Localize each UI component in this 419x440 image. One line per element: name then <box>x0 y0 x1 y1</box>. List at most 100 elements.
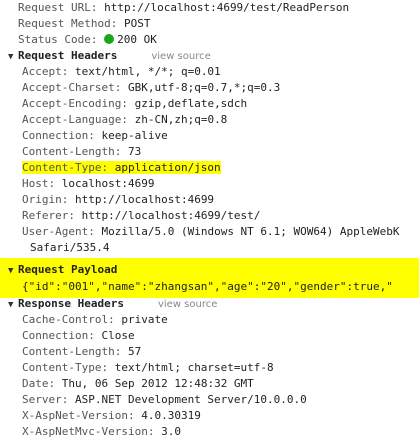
header-value: zh-CN,zh;q=0.8 <box>134 113 228 126</box>
header-value: ASP.NET Development Server/10.0.0.0 <box>74 393 307 406</box>
header-key: Accept-Encoding: <box>22 97 128 110</box>
header-value: http://localhost:4699 <box>74 193 215 206</box>
header-value: http://localhost:4699/test/ <box>81 209 261 222</box>
header-key: Server: <box>22 393 69 406</box>
header-row-content: Content-Type: text/html; charset=utf-8 <box>22 361 274 374</box>
status-code-key: Status Code: <box>18 33 98 46</box>
header-row: Content-Type: application/json <box>22 160 221 176</box>
request-payload-section[interactable]: ▼ Request Payload <box>8 262 117 278</box>
header-key: Origin: <box>22 193 69 206</box>
request-url-value: http://localhost:4699/test/ReadPerson <box>104 1 350 14</box>
header-row: Server: ASP.NET Development Server/10.0.… <box>22 392 307 408</box>
header-row-content: Accept-Language: zh-CN,zh;q=0.8 <box>22 113 227 126</box>
header-row: X-AspNet-Version: 4.0.30319 <box>22 408 201 424</box>
request-url-key: Request URL: <box>18 1 98 14</box>
header-row: Accept: text/html, */*; q=0.01 <box>22 64 221 80</box>
header-value: private <box>121 313 168 326</box>
header-row: Accept-Language: zh-CN,zh;q=0.8 <box>22 112 227 128</box>
header-row-content: Accept-Encoding: gzip,deflate,sdch <box>22 97 247 110</box>
header-row-content: User-Agent: Mozilla/5.0 (Windows NT 6.1;… <box>22 225 400 238</box>
header-row-content: Content-Type: application/json <box>22 161 221 174</box>
header-value: Close <box>101 329 135 342</box>
header-row-content: Date: Thu, 06 Sep 2012 12:48:32 GMT <box>22 377 254 390</box>
header-value: text/html; charset=utf-8 <box>114 361 274 374</box>
request-headers-section[interactable]: ▼ Request Headers view source <box>8 48 211 64</box>
header-value: Thu, 06 Sep 2012 12:48:32 GMT <box>61 377 254 390</box>
header-row: Origin: http://localhost:4699 <box>22 192 214 208</box>
header-key: Connection: <box>22 129 95 142</box>
header-value: Safari/535.4 <box>30 241 110 254</box>
header-key: Accept: <box>22 65 69 78</box>
response-headers-section[interactable]: ▼ Response Headers view source <box>8 296 217 312</box>
header-key: Host: <box>22 177 56 190</box>
header-key: Accept-Charset: <box>22 81 122 94</box>
header-row-content: Content-Length: 57 <box>22 345 141 358</box>
header-row: X-AspNetMvc-Version: 3.0 <box>22 424 181 440</box>
header-value: 57 <box>127 345 142 358</box>
header-key: Content-Type: <box>22 161 109 174</box>
header-key: Content-Length: <box>22 345 122 358</box>
payload-json: {"id":"001","name":"zhangsan","age":"20"… <box>22 280 393 293</box>
view-source-link[interactable]: view source <box>151 51 210 62</box>
expanded-triangle-icon: ▼ <box>8 52 14 62</box>
header-value: 3.0 <box>161 425 181 438</box>
header-key: User-Agent: <box>22 225 95 238</box>
response-headers-title: Response Headers <box>18 297 124 310</box>
header-row-content: Accept: text/html, */*; q=0.01 <box>22 65 221 78</box>
header-row: Date: Thu, 06 Sep 2012 12:48:32 GMT <box>22 376 254 392</box>
header-value: Mozilla/5.0 (Windows NT 6.1; WOW64) Appl… <box>101 225 400 238</box>
request-headers-title: Request Headers <box>18 49 118 62</box>
header-row: Content-Length: 73 <box>22 144 141 160</box>
header-key: Referer: <box>22 209 75 222</box>
header-key: Connection: <box>22 329 95 342</box>
request-payload-title: Request Payload <box>18 263 118 276</box>
header-row: Content-Length: 57 <box>22 344 141 360</box>
request-payload-body: {"id":"001","name":"zhangsan","age":"20"… <box>22 279 393 295</box>
status-ok-icon <box>104 34 115 44</box>
header-row-content: Connection: Close <box>22 329 135 342</box>
header-row: Accept-Charset: GBK,utf-8;q=0.7,*;q=0.3 <box>22 80 280 96</box>
header-value: 4.0.30319 <box>141 409 201 422</box>
header-row: Connection: keep-alive <box>22 128 168 144</box>
header-row-content: Content-Length: 73 <box>22 145 141 158</box>
header-row-content: X-AspNet-Version: 4.0.30319 <box>22 409 201 422</box>
header-row: Accept-Encoding: gzip,deflate,sdch <box>22 96 247 112</box>
header-key: Date: <box>22 377 56 390</box>
header-row: Connection: Close <box>22 328 135 344</box>
request-method-value: POST <box>123 17 151 30</box>
header-value: localhost:4699 <box>61 177 155 190</box>
header-value: application/json <box>114 161 221 174</box>
view-source-link[interactable]: view source <box>158 299 217 310</box>
expanded-triangle-icon: ▼ <box>8 266 14 276</box>
header-row-content: Accept-Charset: GBK,utf-8;q=0.7,*;q=0.3 <box>22 81 280 94</box>
header-row-content: Host: localhost:4699 <box>22 177 154 190</box>
header-row-content: Cache-Control: private <box>22 313 168 326</box>
header-row-content: Connection: keep-alive <box>22 129 168 142</box>
header-row-content: Origin: http://localhost:4699 <box>22 193 214 206</box>
status-code-row: Status Code: 200 OK <box>18 32 157 48</box>
header-row: Referer: http://localhost:4699/test/ <box>22 208 260 224</box>
request-url-row: Request URL: http://localhost:4699/test/… <box>18 0 349 16</box>
status-code-value: 200 OK <box>117 33 157 46</box>
header-row: Safari/535.4 <box>30 240 109 256</box>
header-row: Host: localhost:4699 <box>22 176 154 192</box>
header-value: 73 <box>127 145 142 158</box>
header-row: User-Agent: Mozilla/5.0 (Windows NT 6.1;… <box>22 224 400 240</box>
header-row-content: Server: ASP.NET Development Server/10.0.… <box>22 393 307 406</box>
header-value: text/html, */*; q=0.01 <box>74 65 221 78</box>
header-value: gzip,deflate,sdch <box>134 97 248 110</box>
header-value: GBK,utf-8;q=0.7,*;q=0.3 <box>127 81 281 94</box>
request-method-row: Request Method: POST <box>18 16 150 32</box>
header-key: Content-Type: <box>22 361 109 374</box>
header-row: Cache-Control: private <box>22 312 168 328</box>
header-key: Cache-Control: <box>22 313 115 326</box>
header-row-content: X-AspNetMvc-Version: 3.0 <box>22 425 181 438</box>
header-key: Accept-Language: <box>22 113 128 126</box>
header-row-content: Referer: http://localhost:4699/test/ <box>22 209 260 222</box>
header-value: keep-alive <box>101 129 168 142</box>
header-key: X-AspNetMvc-Version: <box>22 425 155 438</box>
header-key: X-AspNet-Version: <box>22 409 135 422</box>
header-key: Content-Length: <box>22 145 122 158</box>
expanded-triangle-icon: ▼ <box>8 300 14 310</box>
header-row: Content-Type: text/html; charset=utf-8 <box>22 360 274 376</box>
